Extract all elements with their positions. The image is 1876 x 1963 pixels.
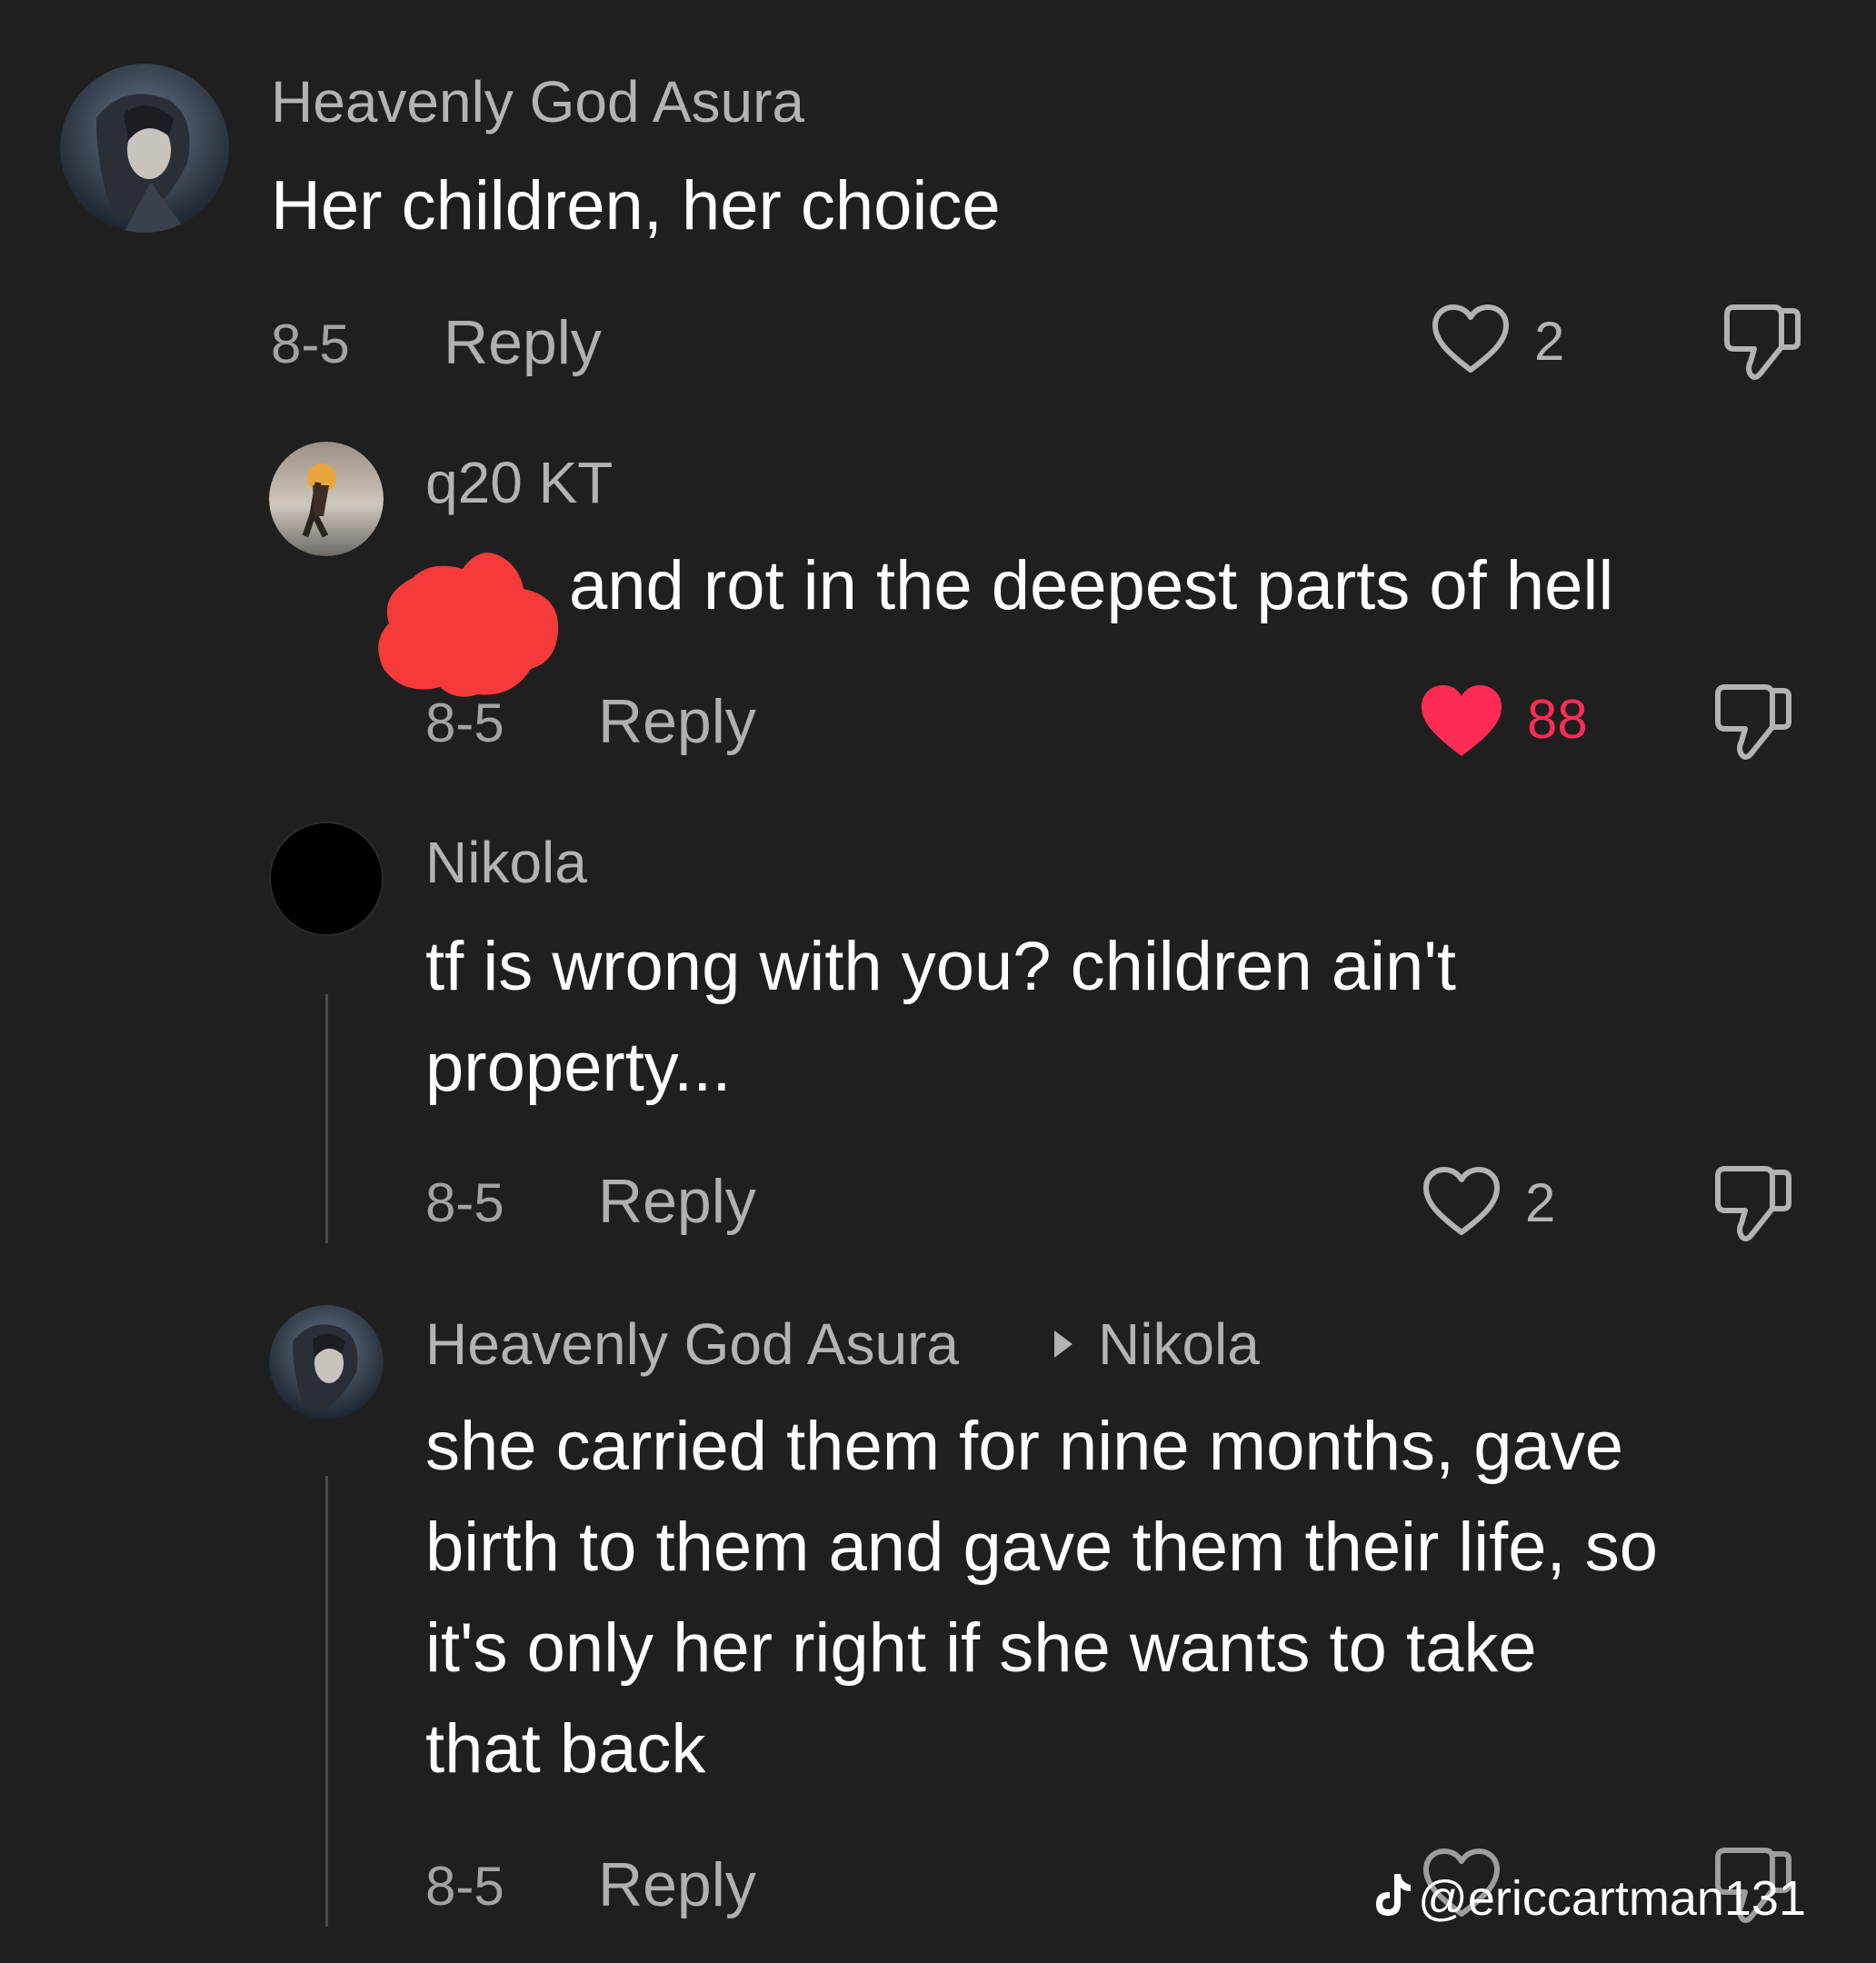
heart-filled-icon[interactable] [1420, 683, 1503, 760]
reply-button[interactable]: Reply [598, 1171, 756, 1232]
comment-text: tf is wrong with you? children ain't [425, 928, 1456, 1005]
comment-username[interactable]: Heavenly God Asura [425, 1315, 959, 1373]
comment-username[interactable]: Nikola [425, 833, 587, 892]
thread-line [325, 994, 328, 1243]
tiktok-logo-icon [1372, 1872, 1412, 1919]
avatar[interactable] [269, 1305, 384, 1420]
comment-date: 8-5 [425, 1172, 504, 1233]
comment-date: 8-5 [425, 1856, 504, 1917]
reply-button[interactable]: Reply [598, 691, 756, 752]
caret-right-icon [1053, 1329, 1074, 1360]
comment-text: birth to them and gave them their life, … [425, 1509, 1659, 1586]
heart-outline-icon[interactable] [1422, 1165, 1502, 1238]
red-scribble-redaction [376, 542, 562, 700]
like-count: 2 [1534, 311, 1565, 372]
dislike-icon[interactable] [1711, 1163, 1794, 1245]
dislike-icon[interactable] [1711, 682, 1794, 763]
comment-text: it's only her right if she wants to take [425, 1609, 1537, 1687]
avatar[interactable] [269, 442, 384, 556]
avatar[interactable] [60, 64, 229, 233]
reply-to-username[interactable]: Nikola [1098, 1315, 1260, 1373]
reply-button[interactable]: Reply [444, 312, 602, 374]
comment-text: she carried them for nine months, gave [425, 1408, 1624, 1485]
comment-username[interactable]: q20 KT [425, 453, 613, 512]
reply-button[interactable]: Reply [598, 1854, 756, 1916]
comment-text: and rot in the deepest parts of hell [569, 547, 1614, 624]
like-count: 88 [1527, 689, 1588, 750]
dislike-icon[interactable] [1720, 302, 1803, 384]
avatar[interactable] [269, 822, 384, 936]
comment-username[interactable]: Heavenly God Asura [271, 73, 804, 131]
thread-line [325, 1476, 328, 1927]
comment-text: that back [425, 1710, 706, 1788]
comment-text: Her children, her choice [271, 167, 1001, 244]
comment-text: property... [425, 1029, 732, 1106]
comment-date: 8-5 [425, 693, 504, 753]
heart-outline-icon[interactable] [1431, 303, 1511, 375]
like-count: 2 [1525, 1172, 1556, 1233]
comment-date: 8-5 [271, 314, 350, 374]
watermark-handle: @ericcartman131 [1418, 1871, 1806, 1926]
